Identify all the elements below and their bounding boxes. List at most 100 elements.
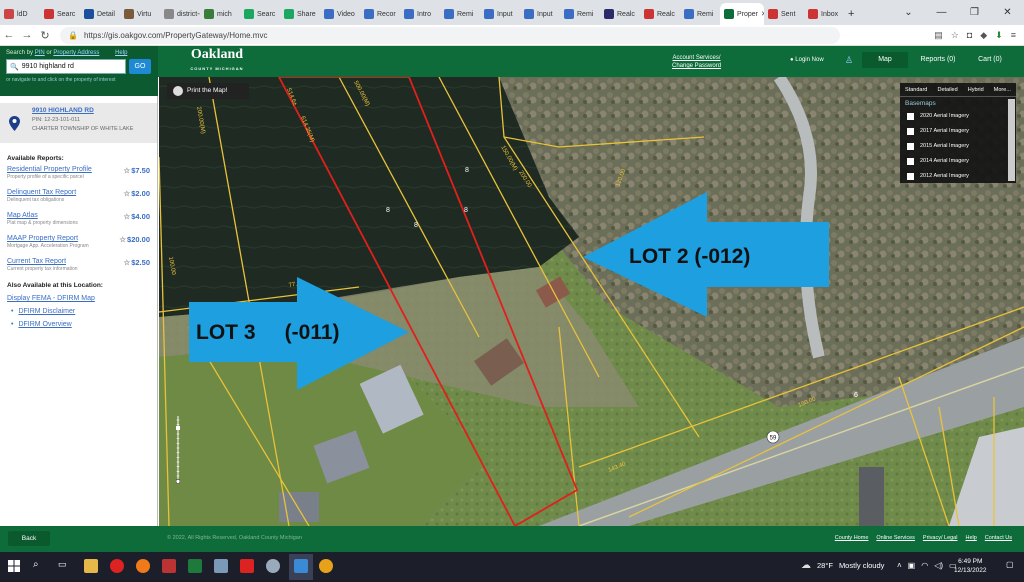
browser-tab[interactable]: district-co <box>160 3 200 25</box>
basemap-tab[interactable]: Standard <box>905 87 927 96</box>
browser-tab[interactable]: Realc <box>600 3 640 25</box>
footer-link[interactable]: Privacy/ Legal <box>923 535 958 541</box>
app-icon-3[interactable] <box>294 559 308 573</box>
cart-button[interactable]: Cart (0) <box>968 52 1012 68</box>
map-canvas[interactable]: 514.6± 500.00(M)200.00(M) 614.35(M)150.00(… <box>159 77 1024 526</box>
browser-tab[interactable]: Inbox <box>804 3 844 25</box>
browser-tab[interactable]: Intro <box>400 3 440 25</box>
reload-icon[interactable]: ↻ <box>36 29 54 42</box>
clock[interactable]: 6:49 PM 12/13/2022 <box>954 557 987 575</box>
pin-link[interactable]: PIN <box>35 50 45 56</box>
chevron-up-icon[interactable]: ˄ <box>897 561 902 570</box>
dfirm-disclaimer-link[interactable]: DFIRM Disclaimer <box>0 302 157 315</box>
browser-tab[interactable]: ldD <box>0 3 40 25</box>
report-price[interactable]: ☆$7.50 <box>123 166 150 175</box>
excel-icon[interactable] <box>188 559 202 573</box>
basemap-tab[interactable]: Hybrid <box>968 87 984 96</box>
new-tab-button[interactable]: + <box>844 3 882 25</box>
forward-arrow-icon[interactable]: → <box>18 29 36 41</box>
basemap-option[interactable]: 2012 Aerial Imagery <box>900 167 1016 182</box>
browser-tab[interactable]: Proper ✕ <box>720 3 764 25</box>
basemap-tab[interactable]: Detailed <box>937 87 957 96</box>
volume-icon[interactable]: ◁) <box>934 561 943 570</box>
browser-tab[interactable]: Detail <box>80 3 120 25</box>
basemap-checkbox[interactable] <box>907 172 914 180</box>
back-arrow-icon[interactable]: ← <box>0 29 18 41</box>
browser-tab[interactable]: Searc <box>40 3 80 25</box>
basemap-option[interactable]: 2015 Aerial Imagery <box>900 137 1016 152</box>
report-price[interactable]: ☆$20.00 <box>119 235 150 244</box>
browser-tab[interactable]: Sent <box>764 3 804 25</box>
chevron-down-icon[interactable]: ⌄ <box>892 0 925 25</box>
notification-icon[interactable]: ♙ <box>845 55 853 66</box>
photos-icon[interactable] <box>214 559 228 573</box>
pocket-icon[interactable]: ◘ <box>967 30 972 41</box>
account-services-link[interactable]: Account Services/ <box>672 54 721 62</box>
basemap-checkbox[interactable] <box>907 142 914 150</box>
browser-tab[interactable]: Realc <box>640 3 680 25</box>
pdf-icon[interactable] <box>240 559 254 573</box>
basemap-option[interactable]: 2014 Aerial Imagery <box>900 152 1016 167</box>
file-explorer-icon[interactable] <box>84 559 98 573</box>
print-map-button[interactable]: Print the Map! <box>167 83 249 99</box>
maximize-icon[interactable]: ❐ <box>958 0 991 25</box>
app-icon-4[interactable] <box>319 559 333 573</box>
browser-tab[interactable]: mich <box>200 3 240 25</box>
app-icon-2[interactable] <box>266 559 280 573</box>
basemap-option[interactable]: 2020 Aerial Imagery <box>900 107 1016 122</box>
basemap-checkbox[interactable] <box>907 112 914 120</box>
fema-dfirm-link[interactable]: Display FEMA - DFIRM Map <box>0 289 157 302</box>
property-address-link[interactable]: 9910 HIGHLAND RD <box>32 107 157 114</box>
basemap-scrollbar[interactable] <box>1008 99 1015 181</box>
browser-tab[interactable]: Recor <box>360 3 400 25</box>
opera-icon[interactable] <box>110 559 124 573</box>
reader-icon[interactable]: ▤ <box>934 30 943 41</box>
footer-link[interactable]: County Home <box>835 535 869 541</box>
help-link[interactable]: Help <box>115 50 127 56</box>
windows-start-icon[interactable] <box>8 560 22 574</box>
browser-tab[interactable]: Share <box>280 3 320 25</box>
footer-link[interactable]: Contact Us <box>985 535 1012 541</box>
aerial-map[interactable]: 514.6± 500.00(M) 200.00(M) 614.35(M) 150.00(… <box>159 77 1024 526</box>
minimize-icon[interactable]: — <box>925 0 958 25</box>
network-icon[interactable]: ▣ <box>908 561 916 570</box>
menu-icon[interactable]: ≡ <box>1011 30 1016 41</box>
weather-widget[interactable]: ☁ 28°F Mostly cloudy <box>801 560 884 571</box>
close-icon[interactable]: ✕ <box>991 0 1024 25</box>
browser-tab[interactable]: Input <box>520 3 560 25</box>
login-button[interactable]: ● Login Now <box>790 57 824 63</box>
address-link[interactable]: Property Address <box>53 50 99 56</box>
download-icon[interactable]: ⬇ <box>995 30 1003 41</box>
oakland-county-logo[interactable]: Oakland COUNTY MICHIGAN PROPERTY GATEWAY <box>185 48 249 86</box>
search-icon[interactable]: ⌕ <box>33 559 47 573</box>
dfirm-overview-link[interactable]: DFIRM Overview <box>0 315 157 328</box>
firefox-icon[interactable] <box>136 559 150 573</box>
back-button[interactable]: Back <box>8 531 50 546</box>
report-price[interactable]: ☆$2.00 <box>123 189 150 198</box>
browser-tab[interactable]: Input <box>480 3 520 25</box>
star-icon[interactable]: ☆ <box>951 30 959 41</box>
browser-tab[interactable]: Remi <box>680 3 720 25</box>
footer-link[interactable]: Help <box>965 535 976 541</box>
basemap-option[interactable]: 2017 Aerial Imagery <box>900 122 1016 137</box>
search-input[interactable]: 🔍 9910 highland rd <box>6 59 126 74</box>
zoom-slider[interactable] <box>176 400 180 500</box>
report-price[interactable]: ☆$2.50 <box>123 258 150 267</box>
browser-tab[interactable]: Video <box>320 3 360 25</box>
basemap-checkbox[interactable] <box>907 127 914 135</box>
wifi-icon[interactable]: ◠ <box>921 561 928 570</box>
browser-tab[interactable]: Searc <box>240 3 280 25</box>
change-password-link[interactable]: Change Password <box>672 62 721 70</box>
footer-link[interactable]: Online Services <box>876 535 915 541</box>
extension-icon[interactable]: ◆ <box>980 30 987 41</box>
address-bar[interactable]: 🔒 https://gis.oakgov.com/PropertyGateway… <box>60 26 840 44</box>
browser-tab[interactable]: Remi <box>560 3 600 25</box>
browser-tab[interactable]: Remi <box>440 3 480 25</box>
task-view-icon[interactable]: ▭ <box>58 559 72 573</box>
notifications-icon[interactable]: ▢ <box>1006 560 1014 569</box>
app-icon[interactable] <box>162 559 176 573</box>
report-price[interactable]: ☆$4.00 <box>123 212 150 221</box>
go-button[interactable]: GO <box>129 59 151 74</box>
map-button[interactable]: Map <box>862 52 908 68</box>
basemap-tab[interactable]: More... <box>994 87 1011 96</box>
